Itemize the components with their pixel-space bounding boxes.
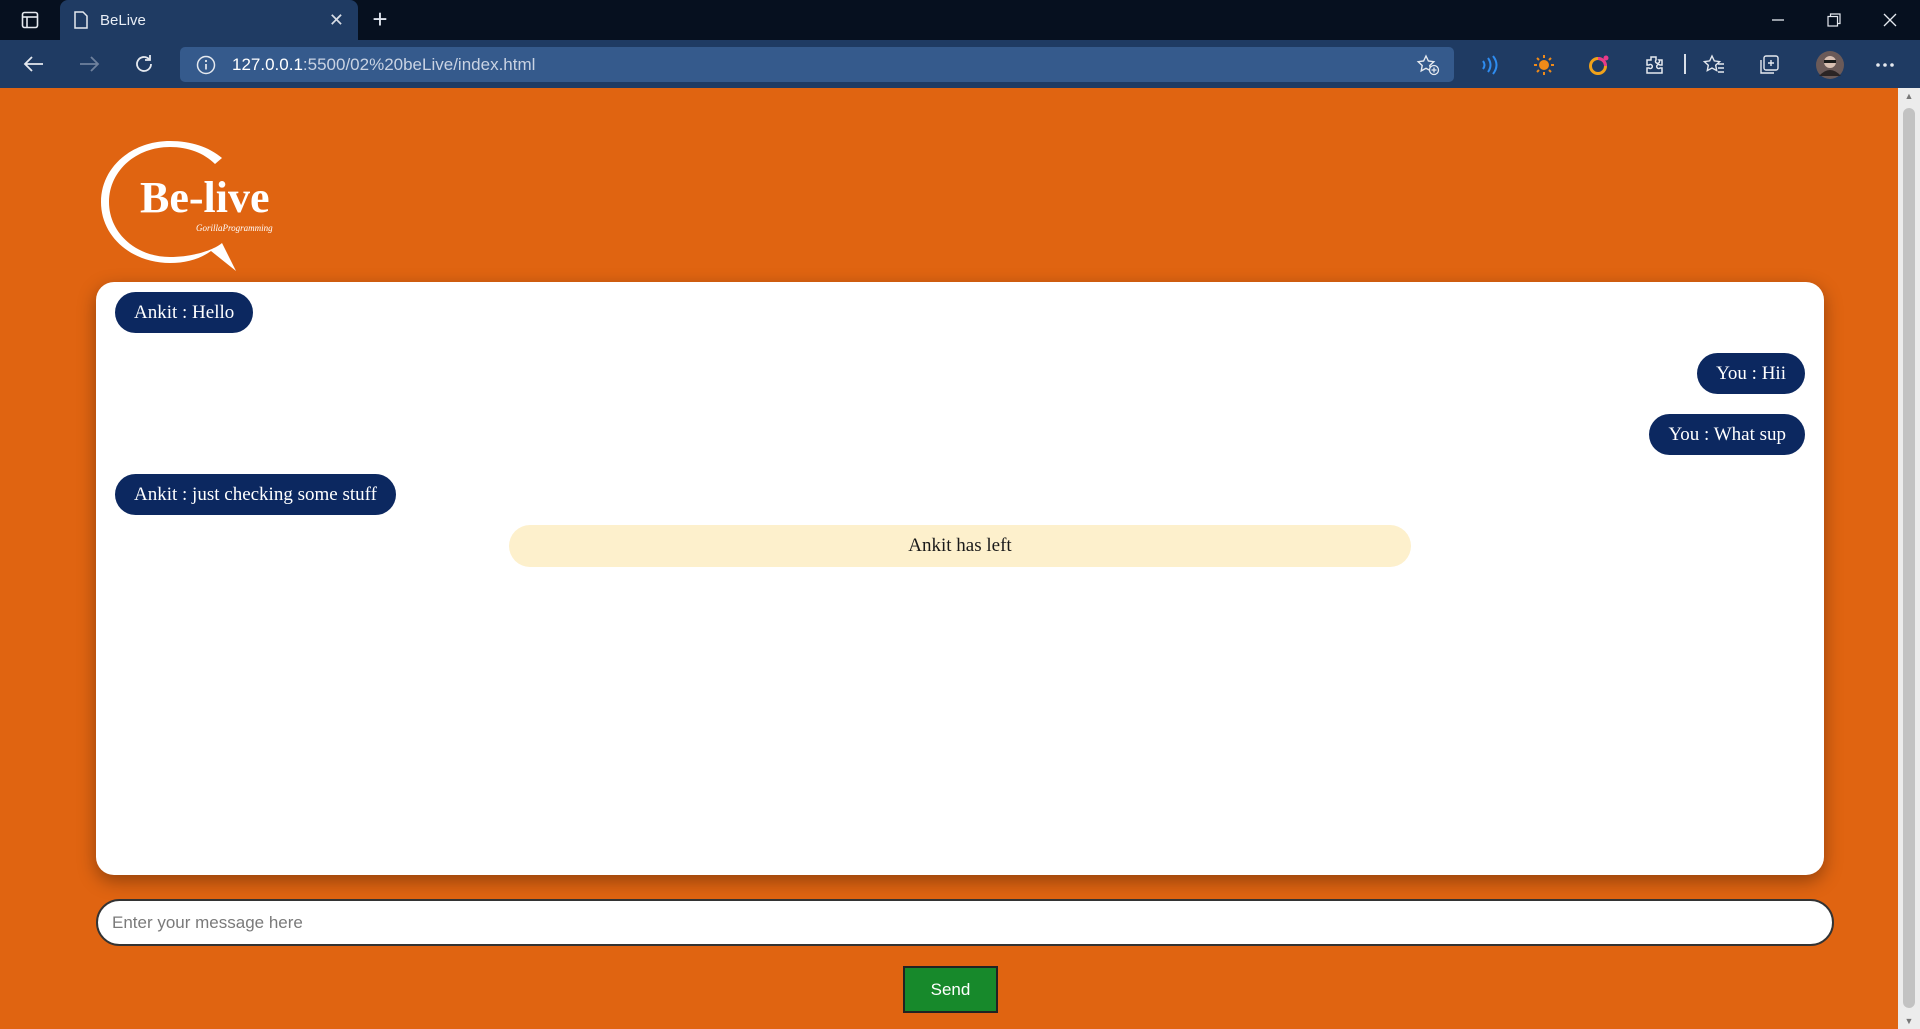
extension-ring-icon[interactable] (1586, 52, 1612, 78)
user-left-notice: Ankit has left (509, 525, 1411, 567)
url-host: 127.0.0.1 (232, 54, 303, 74)
browser-toolbar: 127.0.0.1:5500/02%20beLive/index.html (0, 40, 1920, 88)
chat-message-container[interactable]: Ankit : Hello You : Hii You : What sup A… (96, 282, 1824, 875)
toolbar-divider (1684, 54, 1686, 74)
more-options-icon[interactable] (1872, 52, 1898, 78)
logo-brand-text: Be-live (140, 173, 270, 222)
message-input[interactable] (96, 899, 1834, 946)
message-incoming: Ankit : just checking some stuff (115, 474, 396, 515)
forward-icon[interactable] (71, 48, 107, 80)
site-info-icon[interactable] (196, 55, 216, 75)
scroll-down-icon[interactable]: ▼ (1903, 1016, 1915, 1026)
avatar[interactable] (1814, 49, 1846, 81)
add-favorite-icon[interactable] (1416, 54, 1440, 76)
new-tab-button[interactable]: + (366, 6, 394, 34)
tab-title: BeLive (100, 11, 146, 29)
belive-logo: Be-live GorillaProgramming (100, 140, 300, 272)
extensions-icon[interactable] (1641, 52, 1667, 78)
send-button[interactable]: Send (903, 966, 998, 1013)
message-outgoing: You : Hii (1697, 353, 1805, 394)
extension-sun-icon[interactable] (1531, 52, 1557, 78)
tab-actions-icon[interactable] (0, 0, 60, 40)
close-window-icon[interactable] (1862, 0, 1918, 40)
tab-close-icon[interactable]: ✕ (329, 10, 344, 31)
browser-tab-bar: BeLive ✕ + (0, 0, 1920, 40)
logo-tagline-text: GorillaProgramming (196, 223, 273, 233)
message-input-wrapper (96, 899, 1834, 946)
restore-icon[interactable] (1806, 0, 1862, 40)
page-scrollbar[interactable]: ▲ ▼ (1898, 88, 1920, 1029)
scroll-up-icon[interactable]: ▲ (1903, 91, 1915, 101)
refresh-icon[interactable] (126, 48, 162, 80)
url-path: :5500/02%20beLive/index.html (302, 54, 536, 74)
back-icon[interactable] (16, 48, 52, 80)
collections-icon[interactable] (1756, 52, 1782, 78)
minimize-icon[interactable] (1750, 0, 1806, 40)
address-bar[interactable]: 127.0.0.1:5500/02%20beLive/index.html (180, 47, 1454, 82)
message-outgoing: You : What sup (1649, 414, 1805, 455)
page-icon (74, 11, 88, 29)
read-aloud-icon[interactable] (1476, 52, 1502, 78)
favorites-icon[interactable] (1701, 52, 1727, 78)
browser-tab[interactable]: BeLive ✕ (60, 0, 358, 40)
scroll-thumb[interactable] (1903, 108, 1915, 1008)
message-incoming: Ankit : Hello (115, 292, 254, 333)
